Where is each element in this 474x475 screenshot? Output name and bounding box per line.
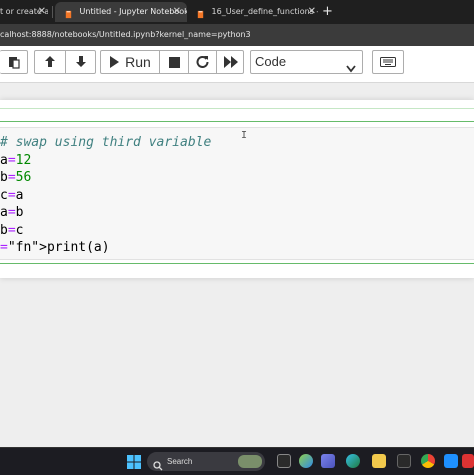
code-line: a=b — [0, 205, 24, 220]
previous-cell-border — [0, 108, 474, 109]
move-up-button[interactable] — [35, 51, 65, 73]
code-line: ="fn">print(a) — [0, 240, 110, 255]
tab-create[interactable]: t or create a ✕ — [0, 2, 48, 22]
tab-label: 16_User_define_functions - Jupy — [211, 7, 318, 16]
keyboard-icon — [380, 57, 396, 67]
text-cursor-icon: I — [241, 130, 248, 141]
command-palette-button[interactable] — [372, 50, 404, 74]
run-label: Run — [125, 54, 151, 70]
header-divider — [0, 82, 474, 83]
paste-icon — [7, 55, 21, 69]
code-cell[interactable]: # swap using third variable a=12 b=56 c=… — [0, 121, 474, 264]
tab-user-define-functions[interactable]: 16_User_define_functions - Jupy ✕ — [190, 2, 318, 22]
address-bar[interactable]: calhost:8888/notebooks/Untitled.ipynb?ke… — [0, 24, 474, 46]
edge-icon[interactable] — [346, 454, 360, 468]
restart-run-all-button[interactable] — [217, 51, 244, 73]
restart-icon — [196, 53, 209, 72]
paste-button[interactable] — [0, 50, 28, 74]
run-button[interactable]: Run — [101, 51, 159, 73]
play-icon — [109, 53, 120, 72]
cell-type-value: Code — [255, 54, 287, 69]
code-line: a=12 — [0, 152, 32, 168]
app-icon[interactable] — [444, 454, 458, 468]
move-cell-group — [34, 50, 96, 74]
url-text[interactable]: calhost:8888/notebooks/Untitled.ipynb?ke… — [0, 24, 251, 46]
search-highlight-icon — [238, 455, 262, 468]
code-editor[interactable]: # swap using third variable a=12 b=56 c=… — [0, 127, 474, 260]
cell-type-select[interactable]: Code — [250, 50, 363, 74]
widgets-icon[interactable] — [299, 454, 313, 468]
notebook-toolbar: Run Code — [0, 46, 474, 82]
header-gap — [0, 82, 474, 100]
file-explorer-icon[interactable] — [372, 454, 386, 468]
new-tab-plus-icon[interactable]: + — [322, 2, 333, 22]
restart-button[interactable] — [189, 51, 216, 73]
arrow-down-icon — [75, 53, 87, 72]
code-line: c=a — [0, 187, 24, 203]
chrome-icon[interactable] — [421, 454, 435, 468]
arrow-up-icon — [44, 53, 56, 72]
run-controls-group: Run — [100, 50, 244, 74]
jupyter-favicon-icon — [64, 7, 73, 19]
search-label: Search — [167, 457, 193, 466]
tab-label: Untitled - Jupyter Notebook — [79, 7, 187, 16]
code-line: # swap using third variable — [0, 135, 212, 150]
app-icon[interactable] — [462, 454, 474, 468]
task-view-icon[interactable] — [277, 454, 291, 468]
browser-tab-strip: t or create a ✕ Untitled - Jupyter Noteb… — [0, 0, 474, 24]
code-text[interactable]: # swap using third variable a=12 b=56 c=… — [0, 134, 211, 257]
store-icon[interactable] — [397, 454, 411, 468]
code-line: b=56 — [0, 170, 32, 185]
code-line: b=c — [0, 222, 24, 238]
start-button[interactable] — [127, 454, 141, 469]
jupyter-favicon-icon — [196, 7, 205, 19]
taskbar-search-box[interactable]: Search — [147, 452, 265, 471]
taskbar: Search — [0, 447, 474, 475]
search-icon — [153, 456, 163, 475]
close-icon[interactable]: ✕ — [308, 2, 316, 22]
fast-forward-icon — [223, 53, 238, 72]
move-down-button[interactable] — [66, 51, 95, 73]
close-icon[interactable]: ✕ — [173, 2, 181, 22]
tab-untitled-notebook[interactable]: Untitled - Jupyter Notebook ✕ — [55, 2, 187, 22]
close-icon[interactable]: ✕ — [38, 2, 46, 22]
teams-icon[interactable] — [321, 454, 335, 468]
stop-icon — [168, 53, 180, 72]
interrupt-button[interactable] — [160, 51, 188, 73]
chevron-down-icon — [346, 58, 356, 80]
